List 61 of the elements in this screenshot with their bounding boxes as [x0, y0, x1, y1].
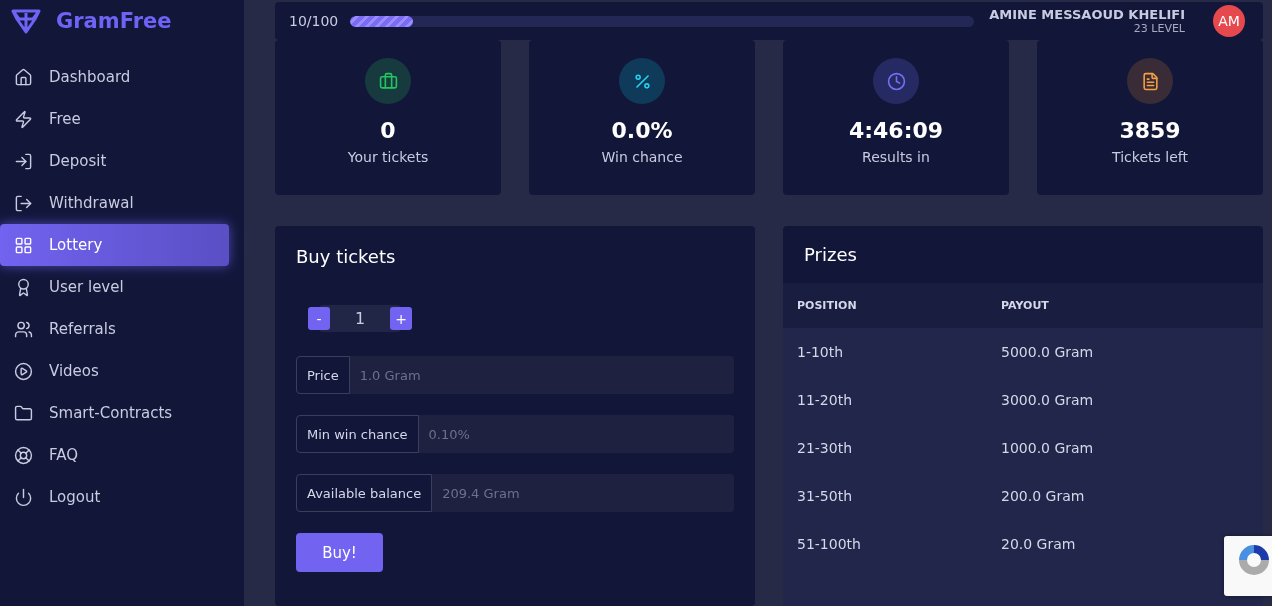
sidebar-item[interactable]: Free	[0, 98, 229, 140]
users-icon	[14, 319, 33, 339]
table-cell-text: 1-10th	[797, 344, 845, 360]
sidebar-item[interactable]: FAQ	[0, 434, 229, 476]
grid-icon	[14, 235, 33, 255]
logo-icon	[10, 8, 42, 34]
brand-name: GramFree	[56, 9, 172, 33]
table-cell-text: 51-100th	[797, 536, 862, 552]
column-header: PAYOUT	[1001, 299, 1050, 312]
enter-icon	[14, 151, 33, 171]
sidebar-item[interactable]: Dashboard	[0, 56, 229, 98]
stat-value: 0.0%	[611, 118, 673, 143]
table-cell-text: 3000.0 Gram	[1001, 392, 1095, 408]
sidebar-item[interactable]: Referrals	[0, 308, 229, 350]
sidebar-item[interactable]: Deposit	[0, 140, 229, 182]
table-cell-text: 5000.0 Gram	[1001, 344, 1095, 360]
minus-button[interactable]: -	[308, 307, 330, 330]
sidebar-item[interactable]: Logout	[0, 476, 229, 518]
folder-icon	[14, 403, 33, 423]
recaptcha-icon	[1236, 542, 1272, 578]
table-cell-text: 11-20th	[797, 392, 854, 408]
avatar[interactable]: AM	[1213, 5, 1245, 37]
field-label: Price	[296, 356, 350, 394]
home-icon	[14, 67, 33, 87]
sidebar-item[interactable]: Videos	[0, 350, 229, 392]
stat-value: 3859	[1119, 118, 1181, 143]
stat-value: 4:46:09	[848, 118, 944, 143]
percent-icon	[619, 58, 665, 104]
stat-label: Tickets left	[1112, 149, 1188, 165]
stat-value: 0	[380, 118, 396, 143]
stat-label: Win chance	[601, 149, 683, 165]
field-label: Min win chance	[296, 415, 419, 453]
field-label: Available balance	[296, 474, 433, 512]
user-level: 23 LEVEL	[1133, 22, 1185, 35]
panel-title: Prizes	[804, 244, 857, 265]
sidebar-item[interactable]: Lottery	[0, 224, 229, 266]
table-cell-text: 21-30th	[797, 440, 854, 456]
user-name: AMINE MESSAOUD KHELIFI	[989, 7, 1185, 22]
column-header: POSITION	[797, 299, 858, 312]
lifebuoy-icon	[14, 445, 33, 465]
document-icon	[1127, 58, 1173, 104]
lightning-icon	[14, 109, 33, 129]
clock-icon	[873, 58, 919, 104]
table-cell-text: 31-50th	[797, 488, 854, 504]
table-cell-text: 200.0 Gram	[1001, 488, 1086, 504]
sidebar-item[interactable]: Smart-Contracts	[0, 392, 229, 434]
table-cell-text: 1000.0 Gram	[1001, 440, 1095, 456]
plus-button[interactable]: +	[390, 307, 412, 330]
stat-label: Results in	[862, 149, 930, 165]
briefcase-icon	[365, 58, 411, 104]
stat-label: Your tickets	[347, 149, 429, 165]
table-cell-text: 20.0 Gram	[1001, 536, 1077, 552]
panel-title: Buy tickets	[296, 246, 397, 267]
sidebar-item[interactable]: User level	[0, 266, 229, 308]
exit-icon	[14, 193, 33, 213]
recaptcha-badge[interactable]	[1224, 536, 1272, 596]
progress-text: 10/100	[289, 13, 339, 29]
sidebar-item[interactable]: Withdrawal	[0, 182, 229, 224]
power-icon	[14, 487, 33, 507]
buy-button[interactable]: Buy!	[296, 533, 383, 572]
play-icon	[14, 361, 33, 381]
